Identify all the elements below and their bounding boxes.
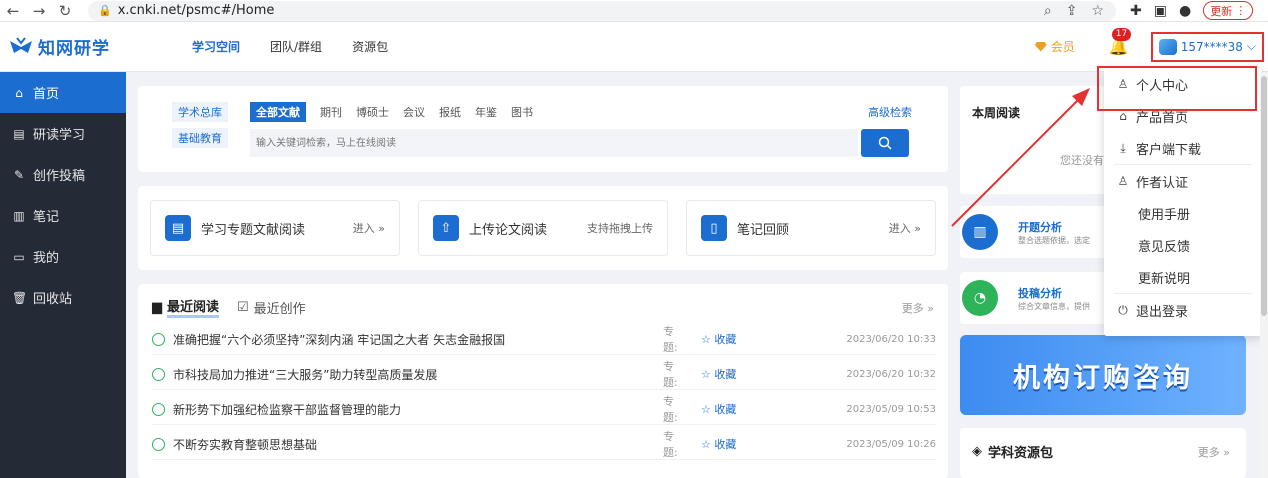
annotation-arrow (951, 88, 1090, 227)
scrollbar-thumb[interactable] (1261, 76, 1267, 316)
scrollbar[interactable] (1260, 72, 1268, 478)
